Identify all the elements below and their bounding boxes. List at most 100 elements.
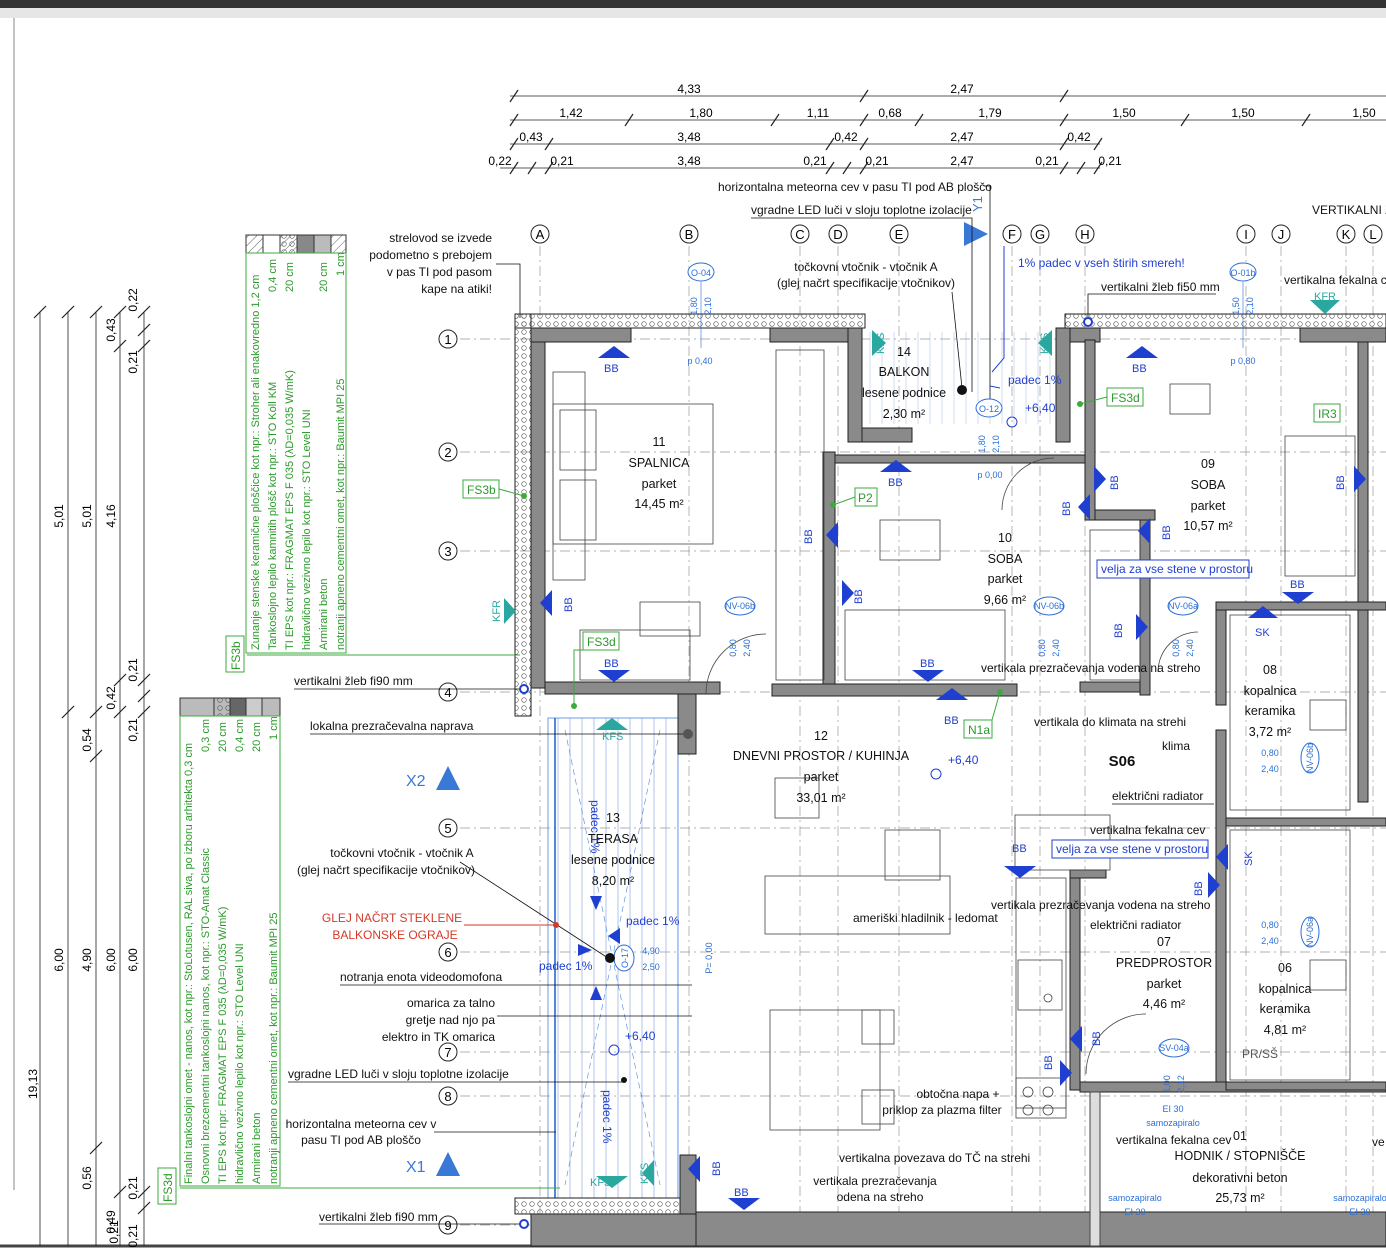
svg-text:4,46 m²: 4,46 m² (1143, 997, 1185, 1011)
dim-text: 2,47 (950, 82, 974, 96)
svg-text:HODNIK / STOPNIŠČE: HODNIK / STOPNIŠČE (1174, 1148, 1305, 1163)
svg-text:p 0,00: p 0,00 (977, 470, 1002, 480)
dim-text: 3,48 (677, 154, 701, 168)
svg-text:20 cm: 20 cm (217, 722, 229, 752)
note-zleb50: vertikalni žleb fi50 mm (1101, 280, 1220, 294)
svg-text:20 cm: 20 cm (251, 722, 263, 752)
door-tag: NV-06a 0,80 2,40 (1167, 596, 1199, 657)
svg-text:Zunanje stenske keramične ploš: Zunanje stenske keramične ploščice kot n… (250, 275, 262, 650)
svg-text:KFS: KFS (1039, 333, 1051, 354)
dim-text: 0,21 (126, 658, 140, 682)
svg-text:FS3b: FS3b (229, 641, 243, 670)
svg-text:gretje nad njo pa: gretje nad njo pa (406, 1013, 496, 1027)
dim-text: 3,48 (677, 130, 701, 144)
svg-text:14: 14 (897, 345, 911, 359)
svg-text:BB: BB (1012, 843, 1027, 855)
axis-bubble: F (1002, 224, 1022, 244)
note-prezr2: vertikala prezračevanja vodena na streho (991, 898, 1211, 912)
svg-text:omarica za talno: omarica za talno (407, 996, 495, 1010)
axis-bubble: 8 (438, 1086, 458, 1106)
floor-plan: 4,33 2,47 1,42 1,80 1,11 0,68 1,79 1,50 … (0, 0, 1386, 1248)
svg-text:5: 5 (444, 821, 451, 836)
note-fekalna-mid: vertikalna fekalna cev (1090, 823, 1205, 837)
svg-text:0,4 cm: 0,4 cm (234, 719, 246, 752)
bb-marker: BB (912, 658, 944, 682)
svg-text:Osnovni brezcementni tankosloj: Osnovni brezcementni tankoslojni nanos, … (200, 847, 212, 1184)
dim-text: 0,42 (1067, 130, 1091, 144)
note-prezr1: vertikala prezračevanja vodena na streho (981, 661, 1201, 675)
svg-text:A: A (536, 227, 545, 242)
bb-marker: BB (1126, 346, 1158, 375)
svg-text:F: F (1008, 227, 1016, 242)
note-radiator2: električni radiator (1090, 918, 1181, 932)
svg-text:IR3: IR3 (1318, 407, 1337, 421)
svg-text:2,10: 2,10 (1245, 297, 1255, 315)
axis-bubble: G (1030, 224, 1050, 244)
svg-text:2: 2 (444, 445, 451, 460)
dim-text: 0,21 (1098, 154, 1122, 168)
svg-text:notranji apneno cementni omet,: notranji apneno cementni omet, kot npr.:… (335, 379, 347, 650)
svg-text:NV-06b: NV-06b (1034, 601, 1064, 611)
svg-text:GLEJ NAČRT STEKLENE: GLEJ NAČRT STEKLENE (322, 910, 462, 925)
axis-bubble: E (889, 224, 909, 244)
svg-text:2,10: 2,10 (703, 297, 713, 315)
svg-text:7: 7 (444, 1045, 451, 1060)
svg-text:NV-06a: NV-06a (1168, 601, 1198, 611)
svg-text:samozapiralo: samozapiralo (1146, 1118, 1200, 1128)
note-zleb90b: vertikalni žleb fi90 mm (319, 1210, 438, 1224)
note-velja2: velja za vse stene v prostoru (1051, 839, 1209, 859)
svg-text:4: 4 (444, 685, 451, 700)
svg-text:+6,40: +6,40 (948, 753, 979, 767)
svg-text:KFS: KFS (602, 731, 623, 743)
dim-text: 5,01 (80, 504, 94, 528)
svg-text:FS3d: FS3d (1111, 391, 1140, 405)
kfs-marker: KFS (1038, 330, 1052, 356)
window-tag: O-04 1,80 2,10 p 0,40 (687, 262, 715, 366)
svg-text:2,30 m²: 2,30 m² (883, 407, 925, 421)
room-10: 10 SOBA parket 9,66 m² (984, 531, 1026, 607)
dim-text: 1,50 (1231, 106, 1255, 120)
svg-text:4,81 m²: 4,81 m² (1264, 1023, 1306, 1037)
dim-text: 0,21 (1035, 154, 1059, 168)
svg-text:keramika: keramika (1245, 704, 1296, 718)
svg-text:BB: BB (1091, 1031, 1103, 1046)
svg-text:3: 3 (444, 544, 451, 559)
svg-text:07: 07 (1157, 935, 1171, 949)
note-ve-cut: ve (1372, 1135, 1385, 1149)
level-marker: +6,40 (930, 753, 979, 780)
bb-marker: BB (1004, 843, 1036, 878)
note-meteor-top: horizontalna meteorna cev v pasu TI pod … (718, 180, 992, 194)
svg-text:točkovni vtočnik - vtočnik A: točkovni vtočnik - vtočnik A (794, 260, 937, 274)
dim-text: 1,80 (689, 106, 713, 120)
tag-fs3d-legend: FS3d (157, 1167, 177, 1205)
svg-text:O-12: O-12 (979, 404, 999, 414)
dim-text: 1,42 (559, 106, 583, 120)
svg-text:2,12: 2,12 (1176, 1075, 1186, 1093)
svg-text:H: H (1080, 227, 1089, 242)
svg-text:0,80: 0,80 (1261, 920, 1279, 930)
svg-text:BB: BB (1113, 623, 1125, 638)
svg-text:BB: BB (1193, 881, 1205, 896)
svg-text:velja za vse stene v prostoru: velja za vse stene v prostoru (1056, 842, 1208, 856)
bb-marker: BB (598, 658, 630, 682)
svg-text:strelovod se izvede: strelovod se izvede (389, 231, 492, 245)
axis-bubble: A (530, 224, 550, 244)
svg-text:SOBA: SOBA (988, 552, 1023, 566)
dim-text: 2,47 (950, 154, 974, 168)
svg-text:hidravlično vezivno lepilo kot: hidravlično vezivno lepilo kot npr.: STO… (234, 943, 246, 1184)
svg-text:1 cm: 1 cm (335, 252, 347, 276)
svg-text:padec 1%: padec 1% (588, 800, 602, 854)
svg-text:BB: BB (920, 658, 935, 670)
svg-text:FS3b: FS3b (467, 483, 496, 497)
svg-text:+6,40: +6,40 (625, 1029, 656, 1043)
note-klima: klima (1162, 739, 1190, 753)
svg-text:BB: BB (1109, 475, 1121, 490)
note-fekalna-top: vertikalna fekalna c (1284, 273, 1386, 287)
bb-marker: BB (1043, 1055, 1072, 1086)
svg-text:PREDPROSTOR: PREDPROSTOR (1116, 956, 1212, 970)
dim-text: 0,54 (80, 728, 94, 752)
svg-text:FS3d: FS3d (587, 635, 616, 649)
tag-n1a: N1a (963, 691, 1001, 739)
svg-text:parket: parket (642, 477, 677, 491)
dim-text: 0,21 (126, 718, 140, 742)
